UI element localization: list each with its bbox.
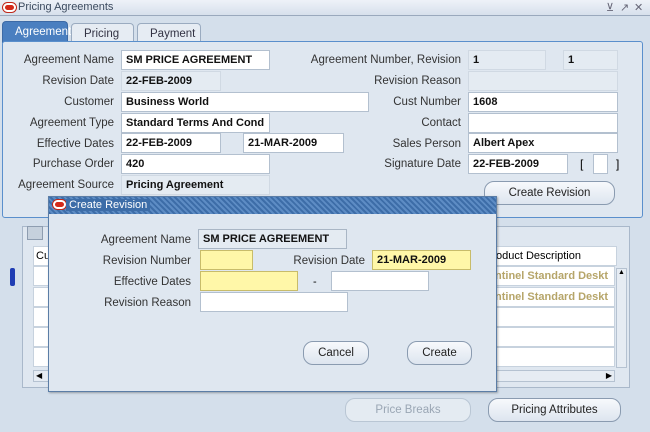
maximize-icon[interactable]: ↗	[620, 1, 629, 14]
dialog-titlebar[interactable]: Create Revision	[49, 197, 496, 214]
grid-row-5-product[interactable]	[493, 347, 615, 367]
grid-row-3-product[interactable]	[493, 307, 615, 327]
signature-date-label: Signature Date	[384, 158, 461, 170]
contact-field[interactable]	[468, 113, 618, 133]
create-revision-button[interactable]: Create Revision	[484, 181, 615, 205]
revision-date-field: 22-FEB-2009	[121, 71, 221, 91]
revision-reason-field	[468, 71, 618, 91]
grid-col-header-product-text: oduct Description	[496, 250, 581, 262]
scroll-right-icon[interactable]: ▶	[606, 371, 612, 380]
dialog-revision-reason-field[interactable]	[200, 292, 348, 312]
agreement-name-label: Agreement Name	[23, 54, 114, 66]
effective-dates-label: Effective Dates	[36, 138, 114, 150]
agreement-source-field: Pricing Agreement	[121, 175, 270, 195]
tab-agreement[interactable]: Agreement	[2, 21, 71, 43]
vertical-scrollbar[interactable]: ▲	[616, 268, 627, 368]
purchase-order-field[interactable]: 420	[121, 154, 270, 174]
signature-flexfield[interactable]	[593, 154, 608, 174]
dialog-revision-reason-label: Revision Reason	[104, 297, 191, 309]
dialog-agreement-name-field: SM PRICE AGREEMENT	[198, 229, 347, 249]
grid-row-4-product[interactable]	[493, 327, 615, 347]
dialog-effective-dates-label: Effective Dates	[113, 276, 191, 288]
sales-person-label: Sales Person	[392, 138, 461, 150]
revision-date-label: Revision Date	[42, 75, 114, 87]
pricing-attributes-button[interactable]: Pricing Attributes	[488, 398, 621, 422]
close-icon[interactable]: ✕	[634, 1, 643, 14]
cust-number-field[interactable]: 1608	[468, 92, 618, 112]
dialog-agreement-name-label: Agreement Name	[100, 234, 191, 246]
price-breaks-button[interactable]: Price Breaks	[345, 398, 471, 422]
dialog-title: Create Revision	[66, 199, 151, 211]
oracle-logo-icon	[3, 3, 16, 12]
tab-pricing[interactable]: Pricing	[71, 23, 134, 43]
tab-payment[interactable]: Payment	[137, 23, 201, 43]
scroll-up-icon[interactable]: ▲	[618, 269, 625, 276]
current-record-indicator	[10, 268, 15, 286]
effective-from-field[interactable]: 22-FEB-2009	[121, 133, 221, 153]
agreement-number-field: 1	[468, 50, 546, 70]
dialog-revision-number-field[interactable]	[200, 250, 253, 270]
grid-row-2-product-text: ntinel Standard Deskt	[495, 291, 609, 303]
dialog-revision-date-label: Revision Date	[293, 255, 365, 267]
window-title: Pricing Agreements	[18, 1, 114, 13]
grid-col-header-product: oduct Description	[493, 246, 617, 266]
dialog-effective-from-field[interactable]	[200, 271, 298, 291]
revision-reason-label: Revision Reason	[374, 75, 461, 87]
dialog-oracle-logo-icon	[53, 200, 66, 209]
signature-date-field[interactable]: 22-FEB-2009	[468, 154, 568, 174]
agreement-name-field[interactable]: SM PRICE AGREEMENT	[121, 50, 270, 70]
sales-person-field[interactable]: Albert Apex	[468, 133, 618, 153]
minimize-icon[interactable]: ⊻	[606, 1, 614, 14]
agreement-number-label: Agreement Number, Revision	[310, 54, 461, 66]
grid-row-2-product[interactable]: ntinel Standard Deskt	[493, 287, 615, 307]
grid-row-1-product-text: ntinel Standard Deskt	[495, 270, 609, 282]
purchase-order-label: Purchase Order	[32, 158, 114, 170]
grid-row-1-product[interactable]: ntinel Standard Deskt	[493, 266, 615, 286]
revision-field: 1	[563, 50, 618, 70]
dialog-create-button[interactable]: Create	[407, 341, 472, 365]
dialog-cancel-button[interactable]: Cancel	[303, 341, 369, 365]
dialog-effective-to-field[interactable]	[331, 271, 429, 291]
agreement-source-label: Agreement Source	[18, 179, 114, 191]
agreement-type-label: Agreement Type	[29, 117, 114, 129]
cust-number-label: Cust Number	[393, 96, 461, 108]
customer-label: Customer	[64, 96, 114, 108]
dialog-revision-date-field[interactable]: 21-MAR-2009	[372, 250, 471, 270]
agreement-type-field[interactable]: Standard Terms And Cond	[121, 113, 270, 133]
signature-bracket-open: [	[580, 157, 584, 171]
signature-bracket-close: ]	[616, 157, 620, 171]
dialog-revision-number-label: Revision Number	[102, 255, 191, 267]
dialog-effective-separator: -	[313, 276, 317, 288]
contact-label: Contact	[421, 117, 461, 129]
window-titlebar: Pricing Agreements ⊻ ↗ ✕	[0, 0, 650, 16]
create-revision-dialog: Create Revision Agreement Name SM PRICE …	[48, 196, 497, 392]
scroll-left-icon[interactable]: ◀	[36, 371, 42, 380]
grid-toolbar-icon[interactable]	[27, 226, 43, 240]
